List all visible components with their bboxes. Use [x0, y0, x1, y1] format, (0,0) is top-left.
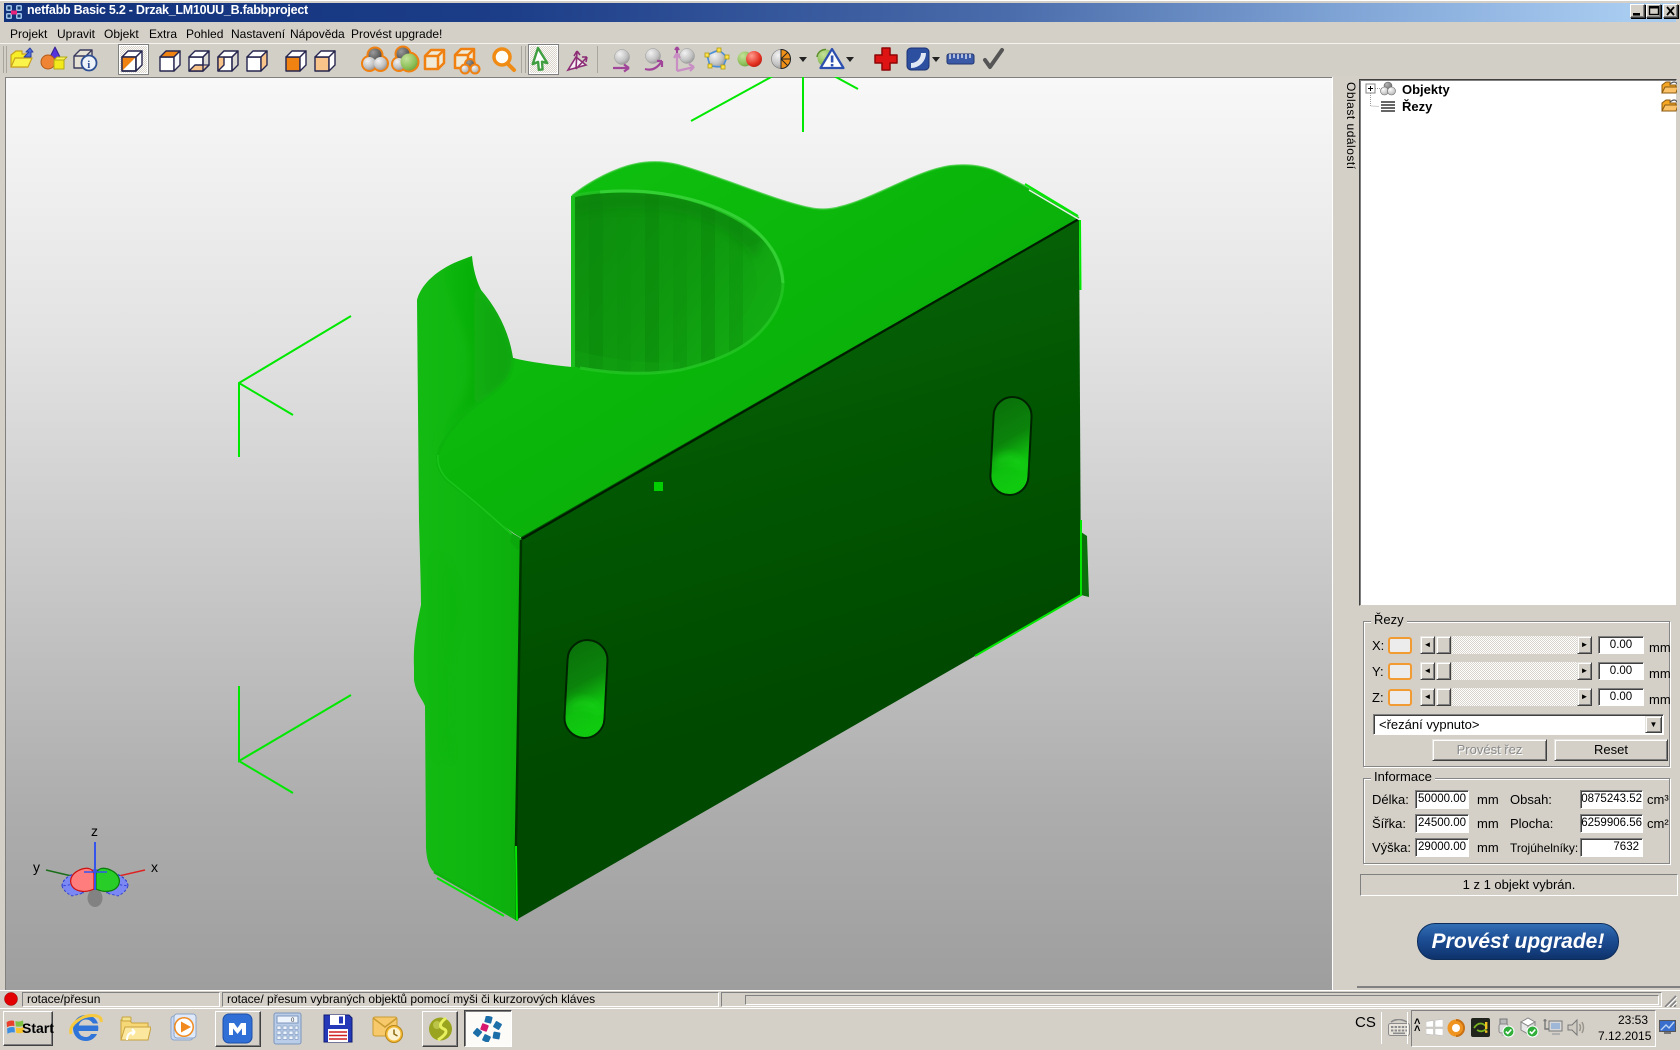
svg-text:i: i	[87, 59, 90, 71]
svg-text:y: y	[33, 859, 40, 875]
svg-text:z: z	[91, 823, 98, 839]
svg-text:x: x	[151, 859, 158, 875]
